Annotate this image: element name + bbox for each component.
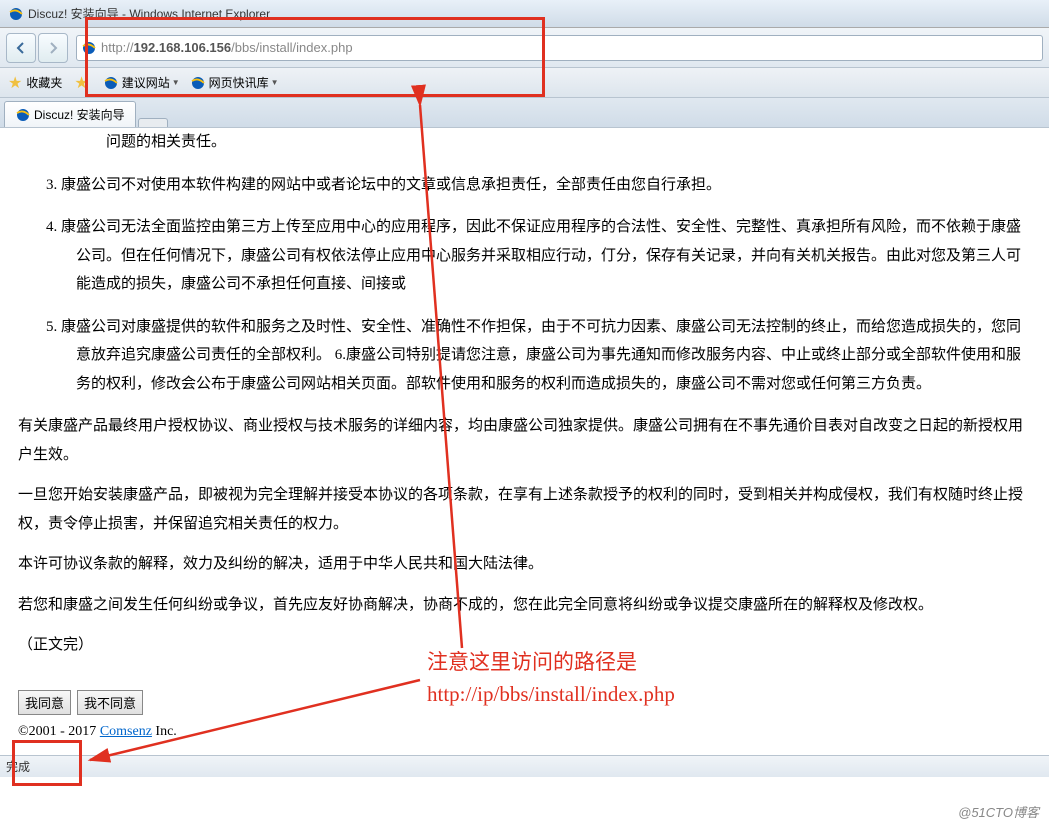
back-button[interactable] [6, 33, 36, 63]
ie-icon [103, 75, 119, 91]
status-bar: 完成 [0, 755, 1049, 777]
list-item: 5. 康盛公司对康盛提供的软件和服务之及时性、安全性、准确性不作担保，由于不可抗… [18, 313, 1031, 399]
fav-item-star[interactable]: ★ [74, 73, 92, 93]
list-item: 4. 康盛公司无法全面监控由第三方上传至应用中心的应用程序，因此不保证应用程序的… [18, 213, 1031, 299]
tab-bar: Discuz! 安装向导 [0, 98, 1049, 128]
tab-active[interactable]: Discuz! 安装向导 [4, 101, 136, 127]
forward-button[interactable] [38, 33, 68, 63]
favorites-bar: ★ 收藏夹 ★ 建议网站▼ 网页快讯库▼ [0, 68, 1049, 98]
ie-icon [15, 107, 31, 123]
address-bar[interactable]: http://192.168.106.156/bbs/install/index… [76, 35, 1043, 61]
suggested-sites-link[interactable]: 建议网站▼ [103, 74, 180, 91]
web-slice-link[interactable]: 网页快讯库▼ [190, 74, 279, 91]
paragraph: 本许可协议条款的解释，效力及纠纷的解决，适用于中华人民共和国大陆法律。 [18, 550, 1031, 579]
list-item: 3. 康盛公司不对使用本软件构建的网站中或者论坛中的文章或信息承担责任，全部责任… [18, 171, 1031, 200]
agree-button[interactable]: 我同意 [18, 690, 71, 715]
ie-page-icon [81, 40, 97, 56]
disagree-button[interactable]: 我不同意 [77, 690, 143, 715]
paragraph: 若您和康盛之间发生任何纠纷或争议，首先应友好协商解决，协商不成的，您在此完全同意… [18, 591, 1031, 620]
favorites-label[interactable]: 收藏夹 [26, 74, 62, 91]
chevron-down-icon: ▼ [172, 78, 180, 87]
chevron-down-icon: ▼ [271, 78, 279, 87]
new-tab-button[interactable] [138, 118, 168, 127]
ie-icon [190, 75, 206, 91]
window-title: Discuz! 安装向导 - Windows Internet Explorer [28, 5, 270, 22]
list-item: 问题的相关责任。 [18, 128, 1031, 157]
annotation-text: 注意这里访问的路径是 http://ip/bbs/install/index.p… [427, 647, 675, 710]
ie-icon [8, 6, 24, 22]
favorites-star-icon[interactable]: ★ [8, 73, 22, 93]
paragraph: 一旦您开始安装康盛产品，即被视为完全理解并接受本协议的各项条款，在享有上述条款授… [18, 481, 1031, 538]
tab-label: Discuz! 安装向导 [34, 106, 125, 123]
copyright-text: ©2001 - 2017 Comsenz Inc. [18, 719, 1031, 746]
window-titlebar: Discuz! 安装向导 - Windows Internet Explorer [0, 0, 1049, 28]
status-text: 完成 [6, 760, 30, 774]
paragraph: 有关康盛产品最终用户授权协议、商业授权与技术服务的详细内容，均由康盛公司独家提供… [18, 412, 1031, 469]
comsenz-link[interactable]: Comsenz [100, 724, 152, 739]
navigation-bar: http://192.168.106.156/bbs/install/index… [0, 28, 1049, 68]
url-text: http://192.168.106.156/bbs/install/index… [101, 40, 1038, 55]
watermark: @51CTO博客 [958, 802, 1039, 821]
